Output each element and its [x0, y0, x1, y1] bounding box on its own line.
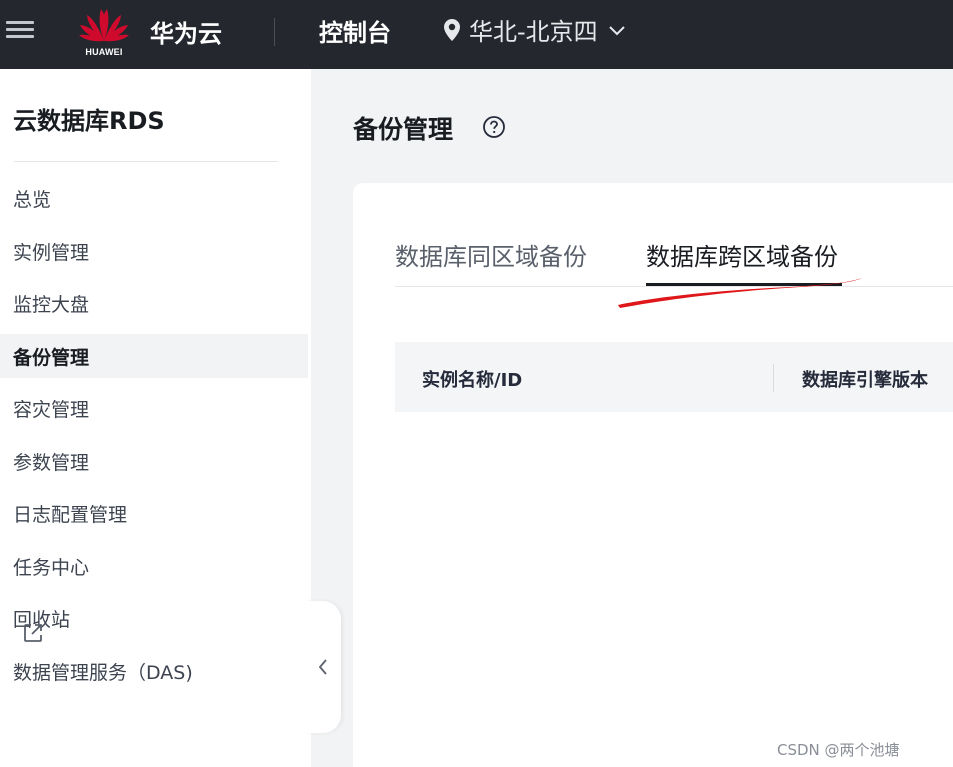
sidebar-item-instances[interactable]: 实例管理	[0, 229, 308, 273]
brand-name[interactable]: 华为云	[150, 14, 222, 49]
top-navigation-bar: HUAWEI 华为云 控制台 华北-北京四	[0, 0, 953, 69]
huawei-flower-icon	[79, 9, 129, 42]
sidebar-item-disaster-recovery[interactable]: 容灾管理	[0, 386, 308, 430]
watermark: CSDN @两个池塘	[777, 741, 900, 759]
page-title: 备份管理	[353, 115, 454, 144]
column-divider[interactable]	[773, 364, 774, 392]
location-pin-icon	[444, 18, 460, 41]
sidebar-item-task-center[interactable]: 任务中心	[0, 544, 308, 588]
table-header: 实例名称/ID 数据库引擎版本	[395, 342, 953, 412]
chevron-down-icon	[608, 25, 625, 35]
logo-wordmark: HUAWEI	[85, 47, 123, 57]
sidebar-item-parameters[interactable]: 参数管理	[0, 439, 308, 483]
external-link-icon[interactable]	[22, 622, 44, 644]
huawei-logo[interactable]: HUAWEI	[76, 5, 132, 59]
tab-same-region-backup[interactable]: 数据库同区域备份	[395, 237, 587, 272]
sidebar-item-overview[interactable]: 总览	[0, 176, 308, 220]
active-tab-indicator	[646, 283, 842, 286]
region-label: 华北-北京四	[469, 18, 598, 46]
sidebar-collapse-toggle[interactable]	[305, 601, 341, 733]
sidebar-item-das[interactable]: 数据管理服务（DAS)	[0, 649, 308, 693]
sidebar-title: 云数据库RDS	[13, 107, 165, 135]
sidebar-item-recycle-bin[interactable]: 回收站	[0, 596, 308, 640]
column-header-engine-version[interactable]: 数据库引擎版本	[802, 366, 928, 392]
hamburger-menu-icon[interactable]	[6, 17, 34, 45]
tabs-baseline	[395, 286, 953, 287]
sidebar-item-monitoring[interactable]: 监控大盘	[0, 281, 308, 325]
sidebar-item-log-config[interactable]: 日志配置管理	[0, 491, 308, 535]
sidebar-divider	[14, 161, 278, 162]
column-header-instance[interactable]: 实例名称/ID	[422, 366, 522, 392]
help-icon[interactable]	[482, 115, 506, 139]
tab-cross-region-backup[interactable]: 数据库跨区域备份	[646, 237, 838, 272]
sidebar-item-backup[interactable]: 备份管理	[0, 334, 308, 378]
topbar-divider	[274, 18, 275, 46]
console-link[interactable]: 控制台	[319, 13, 391, 48]
region-selector[interactable]: 华北-北京四	[443, 12, 626, 47]
chevron-left-icon	[318, 659, 327, 675]
